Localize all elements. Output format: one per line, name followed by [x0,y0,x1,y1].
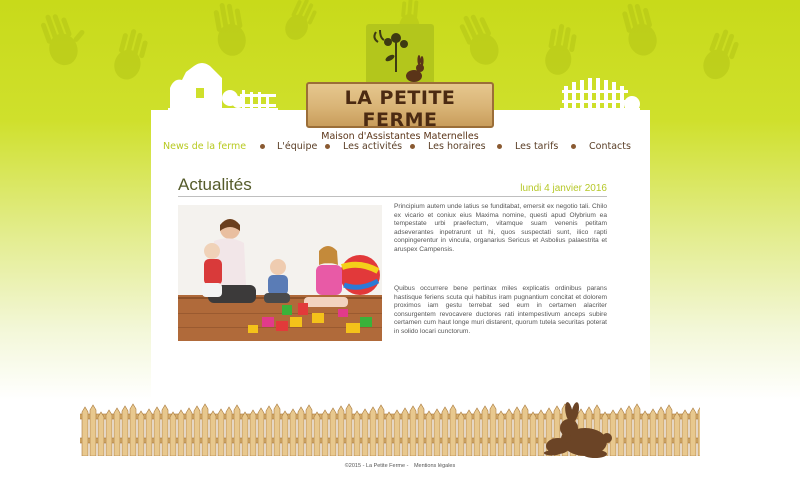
fence-picket [177,409,185,456]
fence-picket [113,407,121,456]
fence-picket [401,407,409,456]
footer-copyright: ©2015 - La Petite Ferme - [344,463,409,469]
footer: ©2015 - La Petite Ferme - Mentions légal… [0,463,800,469]
fence-picket [289,408,297,456]
section-title: Actualités [178,175,252,194]
fence-picket [681,409,689,456]
fence-picket [633,403,641,456]
fence-picket [409,405,417,456]
fence-picket [449,404,457,456]
fence-picket [81,406,89,456]
fence-picket [153,406,161,456]
fence-picket [425,410,433,456]
fence-picket [329,407,337,456]
fence-picket [497,410,505,456]
fence-picket [457,411,465,456]
fence-picket [529,411,537,456]
nav-item-horaires[interactable]: Les horaires [428,141,486,152]
fence-picket [161,404,169,456]
nav-item-contacts[interactable]: Contacts [589,141,631,152]
fence-picket [337,405,345,456]
logo-emblem[interactable] [366,24,434,86]
fence-picket [649,408,657,456]
farmhouse-silhouette [168,63,278,114]
fence-picket [257,407,265,456]
fence-picket [185,407,193,456]
fence-picket [233,404,241,456]
brand-title: LA PETITE FERME [344,87,456,131]
fence-picket [225,406,233,456]
news-photo [178,205,382,341]
fence-picket [201,403,209,456]
fence-picket [441,406,449,456]
nav-item-news[interactable]: News de la ferme [163,141,246,152]
fence-picket [369,406,377,456]
nav-separator-dot [571,144,576,149]
fence-picket [321,409,329,456]
fence-picket [241,411,249,456]
fence-picket [417,403,425,456]
legal-notice-link[interactable]: Mentions légales [414,463,455,469]
fence-picket [473,407,481,456]
nav-separator-dot [497,144,502,149]
fence-picket [145,408,153,456]
fence-picket [385,411,393,456]
bunny-icon [544,424,571,456]
fence-silhouette [560,78,640,114]
fence-picket [169,411,177,456]
fence-picket [105,409,113,456]
nav-item-equipe[interactable]: L'équipe [277,141,317,152]
fence-picket [521,404,529,456]
fence-picket [313,411,321,456]
fence-picket [689,407,697,456]
fence-picket [673,411,681,456]
fence-picket [697,407,700,456]
nav-separator-dot [410,144,415,149]
fence-picket [249,409,257,456]
fence-picket [481,405,489,456]
fence-picket [625,405,633,456]
news-date: lundi 4 janvier 2016 [520,183,607,194]
fence-picket [97,411,105,456]
article-paragraph: Quibus occurrere bene pertinax miles exp… [394,285,607,335]
nav-item-tarifs[interactable]: Les tarifs [515,141,558,152]
fence-picket [505,408,513,456]
fence-picket [281,410,289,456]
fence-picket [393,409,401,456]
fence-picket [273,403,281,456]
fence-picket [305,404,313,456]
fence-picket [489,403,497,456]
fence-picket [657,406,665,456]
fence-picket [353,410,361,456]
fence-picket [217,408,225,456]
section-divider [178,196,607,197]
fence-picket [121,405,129,456]
fence-picket [345,403,353,456]
fence-picket [641,410,649,456]
fence-picket [89,404,97,456]
nav-separator-dot [260,144,265,149]
nav-item-activites[interactable]: Les activités [343,141,402,152]
fence-picket [297,406,305,456]
fence-picket [513,406,521,456]
fence-picket [377,404,385,456]
main-nav: News de la ferme L'équipe Les activités … [160,141,636,155]
logo-board[interactable]: LA PETITE FERME Maison d'Assistantes Mat… [306,82,494,142]
nav-separator-dot [325,144,330,149]
article-paragraph: Principium autem unde latius se funditab… [394,203,607,253]
fence-picket [137,410,145,456]
fence-picket [193,405,201,456]
fence-picket [361,408,369,456]
fence-picket [433,408,441,456]
fence-picket [129,403,137,456]
fence-picket [209,410,217,456]
flower-bunny-icon [373,29,424,82]
fence-picket [465,409,473,456]
fence-picket [665,404,673,456]
fence-picket [265,405,273,456]
